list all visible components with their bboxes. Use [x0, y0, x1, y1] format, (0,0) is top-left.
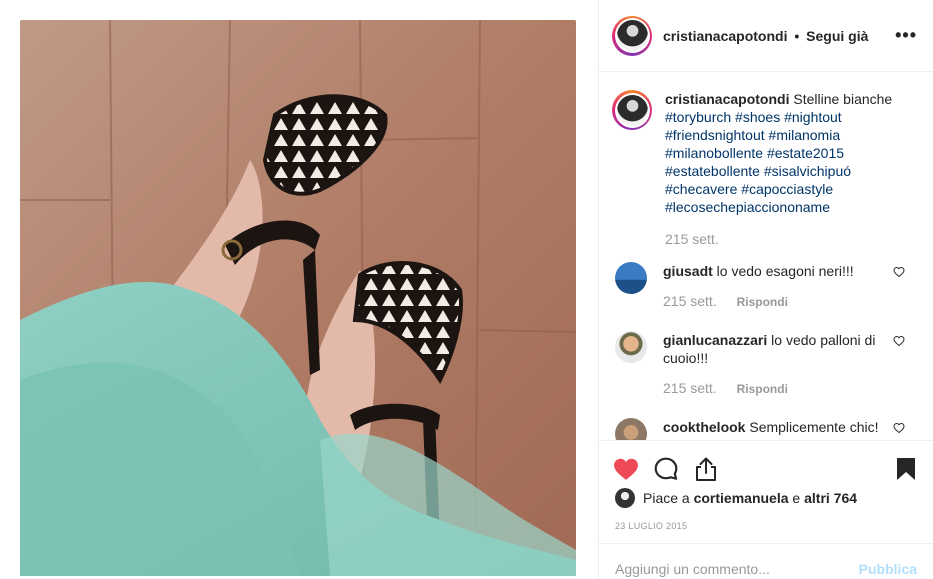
heart-outline-icon[interactable]	[893, 335, 905, 347]
heart-outline-icon[interactable]	[893, 422, 905, 434]
comment-item: gianlucanazzari lo vedo palloni di cuoio…	[612, 331, 917, 398]
photo-area	[0, 0, 598, 579]
author-avatar[interactable]	[612, 15, 652, 56]
hashtag-link[interactable]: #lecosechepiacciononame	[665, 199, 830, 215]
publish-button[interactable]: Pubblica	[859, 561, 917, 577]
reply-button[interactable]: Rispondi	[737, 382, 788, 396]
hashtag-link[interactable]: #friendsnightout	[665, 127, 765, 143]
post-date[interactable]: 23 LUGLIO 2015	[615, 521, 687, 531]
comment-time[interactable]: 215 sett.	[663, 293, 717, 309]
liker-avatar[interactable]	[615, 488, 635, 508]
comment-icon[interactable]	[653, 456, 679, 482]
more-icon[interactable]: •••	[895, 25, 917, 46]
hashtag-link[interactable]: #estate2015	[767, 145, 844, 161]
comment-form: Pubblica	[599, 543, 933, 579]
commenter-avatar[interactable]	[615, 418, 647, 440]
comment-username[interactable]: gianlucanazzari	[663, 332, 767, 348]
post-photo[interactable]	[20, 20, 576, 576]
hashtag-link[interactable]: #milanobollente	[665, 145, 763, 161]
caption-username[interactable]: cristianacapotondi	[665, 91, 789, 107]
heart-outline-icon[interactable]	[893, 266, 905, 278]
caption: cristianacapotondi Stelline bianche #tor…	[612, 90, 917, 248]
reply-button[interactable]: Rispondi	[737, 295, 788, 309]
comment-text: Semplicemente chic!	[749, 419, 879, 435]
separator-dot: •	[794, 27, 800, 44]
comment-item: cookthelook Semplicemente chic!	[612, 418, 917, 440]
author-line: cristianacapotondi • Segui già	[663, 28, 895, 44]
bookmark-filled-icon[interactable]	[893, 456, 919, 482]
author-username[interactable]: cristianacapotondi	[663, 28, 787, 44]
hashtag-link[interactable]: #estatebollente	[665, 163, 760, 179]
hashtag-link[interactable]: #nightout	[784, 109, 842, 125]
comment-input[interactable]	[615, 560, 859, 577]
commenter-avatar[interactable]	[615, 262, 647, 294]
hashtag-link[interactable]: #toryburch	[665, 109, 731, 125]
hashtag-link[interactable]: #shoes	[735, 109, 780, 125]
liker-username[interactable]: cortiemanuela	[694, 490, 789, 506]
likes-summary: Piace a cortiemanuela e altri 764	[615, 488, 857, 508]
photo-illustration	[20, 20, 576, 576]
comment-item: giusadt lo vedo esagoni neri!!! 215 sett…	[612, 262, 917, 311]
comment-text: lo vedo esagoni neri!!!	[716, 263, 854, 279]
caption-avatar[interactable]	[612, 90, 652, 130]
comments-list[interactable]: cristianacapotondi Stelline bianche #tor…	[599, 73, 933, 440]
following-button[interactable]: Segui già	[806, 28, 868, 44]
share-icon[interactable]	[693, 456, 719, 482]
hashtag-link[interactable]: #checavere	[665, 181, 737, 197]
caption-text: Stelline bianche	[793, 91, 893, 107]
comment-username[interactable]: cookthelook	[663, 419, 745, 435]
likes-count-button[interactable]: altri 764	[804, 490, 857, 506]
commenter-avatar[interactable]	[615, 331, 647, 363]
post-side-panel: cristianacapotondi • Segui già ••• crist…	[598, 0, 933, 579]
hashtag-link[interactable]: #capocciastyle	[741, 181, 833, 197]
comment-username[interactable]: giusadt	[663, 263, 713, 279]
post-header: cristianacapotondi • Segui già •••	[599, 0, 933, 72]
caption-time[interactable]: 215 sett.	[665, 230, 895, 248]
hashtag-link[interactable]: #sisalvichipuó	[764, 163, 851, 179]
heart-filled-icon[interactable]	[613, 456, 639, 482]
hashtag-link[interactable]: #milanomia	[769, 127, 841, 143]
comment-time[interactable]: 215 sett.	[663, 380, 717, 396]
